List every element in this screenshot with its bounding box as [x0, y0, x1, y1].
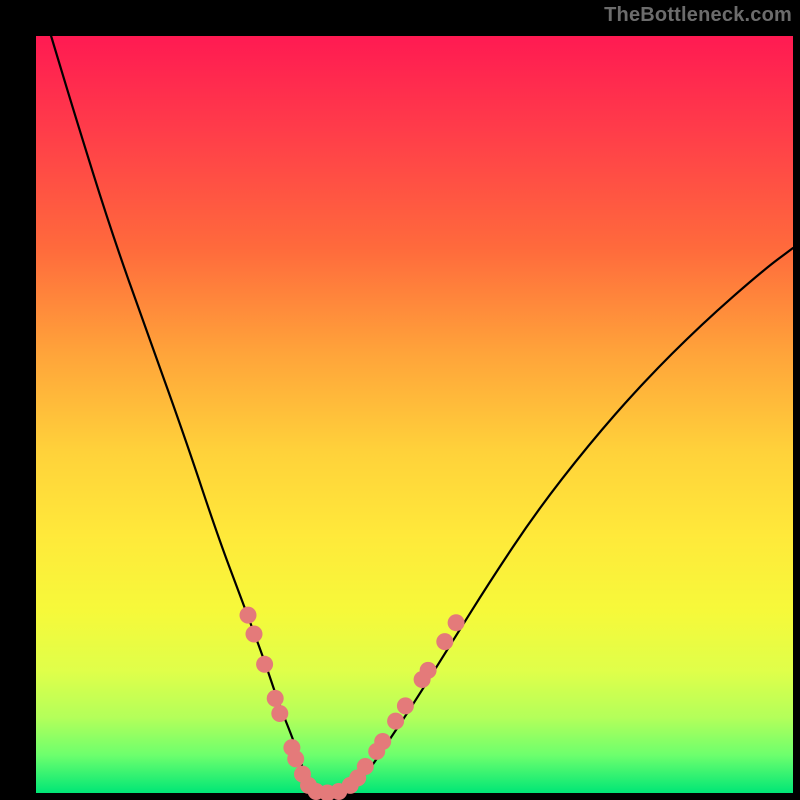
curve-dot: [246, 626, 263, 643]
curve-dot: [240, 607, 257, 624]
curve-dot: [256, 656, 273, 673]
curve-svg: [36, 36, 793, 793]
chart-frame: TheBottleneck.com: [0, 0, 800, 800]
curve-dot: [397, 697, 414, 714]
watermark-text: TheBottleneck.com: [604, 4, 792, 27]
curve-dot: [436, 633, 453, 650]
curve-dot: [420, 662, 437, 679]
curve-dot: [374, 733, 391, 750]
curve-dot: [271, 705, 288, 722]
curve-dot: [448, 614, 465, 631]
curve-dot: [267, 690, 284, 707]
curve-dot: [387, 713, 404, 730]
curve-dot: [357, 758, 374, 775]
curve-markers: [240, 607, 465, 800]
curve-dot: [287, 750, 304, 767]
plot-area: [36, 36, 793, 793]
